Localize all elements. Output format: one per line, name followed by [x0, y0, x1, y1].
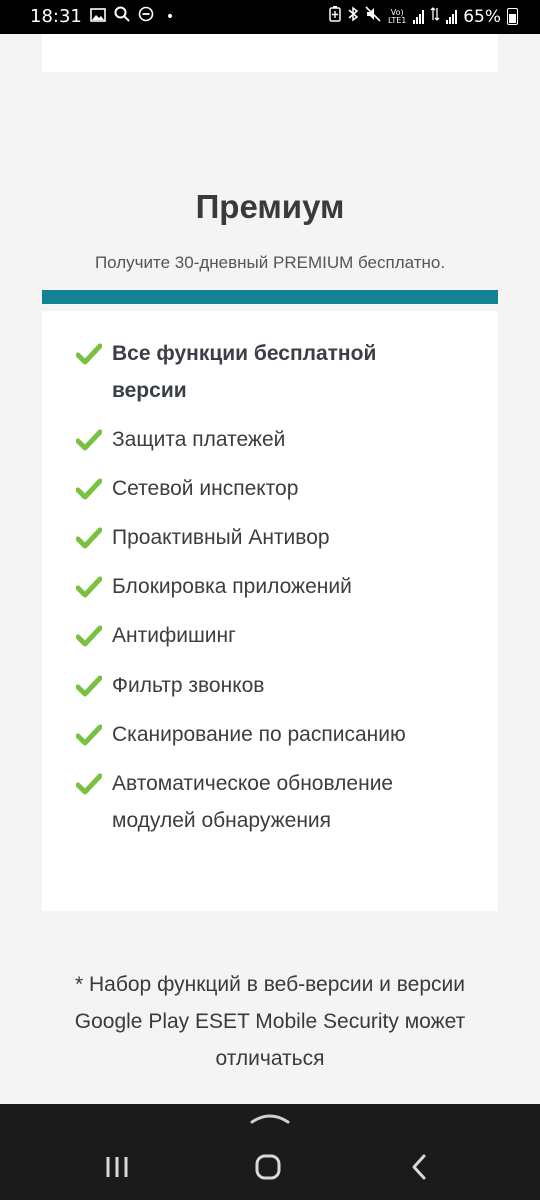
recent-apps-icon[interactable]: [97, 1150, 137, 1184]
footnote-line: Google Play ESET Mobile Security может: [74, 1010, 466, 1033]
check-icon: [76, 343, 102, 365]
feature-label: Антифишинг: [112, 624, 236, 647]
feature-line: Автоматическое обновление: [112, 772, 394, 795]
premium-subtitle: Получите 30-дневный PREMIUM бесплатно.: [94, 253, 446, 272]
feature-label: Проактивный Антивор: [112, 526, 330, 549]
mute-icon: [365, 6, 381, 27]
check-icon: [76, 429, 102, 451]
signal-icon-2: [446, 9, 458, 24]
check-icon: [76, 527, 102, 549]
premium-features-card: Все функции бесплатной версии Защита пла…: [42, 311, 498, 911]
feature-item: Блокировка приложений: [76, 575, 476, 605]
feature-label: Сканирование по расписанию: [112, 723, 406, 746]
feature-label: Фильтр звонков: [112, 674, 265, 697]
feature-label: Все функции бесплатной версии: [112, 335, 376, 409]
battery-percent: 65%: [463, 6, 501, 27]
dnd-icon: [138, 6, 154, 27]
footnote: * Набор функций в веб-версии и версии Go…: [30, 966, 510, 1077]
battery-saver-icon: [329, 6, 341, 27]
check-icon: [76, 724, 102, 746]
status-bar: 18:31 • Vo) LTE1 65%: [0, 0, 540, 34]
feature-label: Защита платежей: [112, 428, 286, 451]
data-icon: [430, 6, 440, 27]
feature-item: Сканирование по расписанию: [76, 723, 476, 753]
footnote-line: * Набор функций в веб-версии и версии: [75, 973, 465, 996]
signal-icon: [413, 9, 425, 24]
bluetooth-icon: [347, 6, 359, 27]
home-icon[interactable]: [248, 1150, 288, 1184]
search-icon: [114, 6, 130, 27]
battery-icon: [507, 8, 518, 25]
premium-title: Премиум: [195, 188, 345, 225]
feature-label: Блокировка приложений: [112, 575, 352, 598]
feature-line: версии: [112, 379, 187, 402]
feature-line: Все функции бесплатной: [112, 342, 377, 365]
check-icon: [76, 478, 102, 500]
previous-card: [42, 34, 498, 72]
feature-label: Сетевой инспектор: [112, 477, 299, 500]
feature-line: модулей обнаружения: [112, 809, 332, 832]
chevron-up-icon[interactable]: [248, 1110, 292, 1126]
premium-accent-bar: [42, 290, 498, 304]
feature-item: Сетевой инспектор: [76, 477, 476, 507]
status-time: 18:31: [30, 6, 82, 27]
feature-item: Фильтр звонков: [76, 674, 476, 704]
feature-item: Все функции бесплатной версии: [76, 342, 476, 409]
status-dot: •: [165, 8, 175, 25]
check-icon: [76, 625, 102, 647]
feature-item: Антифишинг: [76, 624, 476, 654]
check-icon: [76, 576, 102, 598]
gallery-icon: [90, 7, 106, 27]
footnote-line: отличаться: [215, 1047, 325, 1070]
check-icon: [76, 675, 102, 697]
feature-label: Автоматическое обновление модулей обнару…: [112, 765, 393, 839]
check-icon: [76, 773, 102, 795]
feature-item: Автоматическое обновление модулей обнару…: [76, 772, 476, 839]
back-icon[interactable]: [399, 1150, 439, 1184]
feature-item: Проактивный Антивор: [76, 526, 476, 556]
feature-item: Защита платежей: [76, 428, 476, 458]
lte-label: Vo) LTE1: [388, 7, 407, 25]
